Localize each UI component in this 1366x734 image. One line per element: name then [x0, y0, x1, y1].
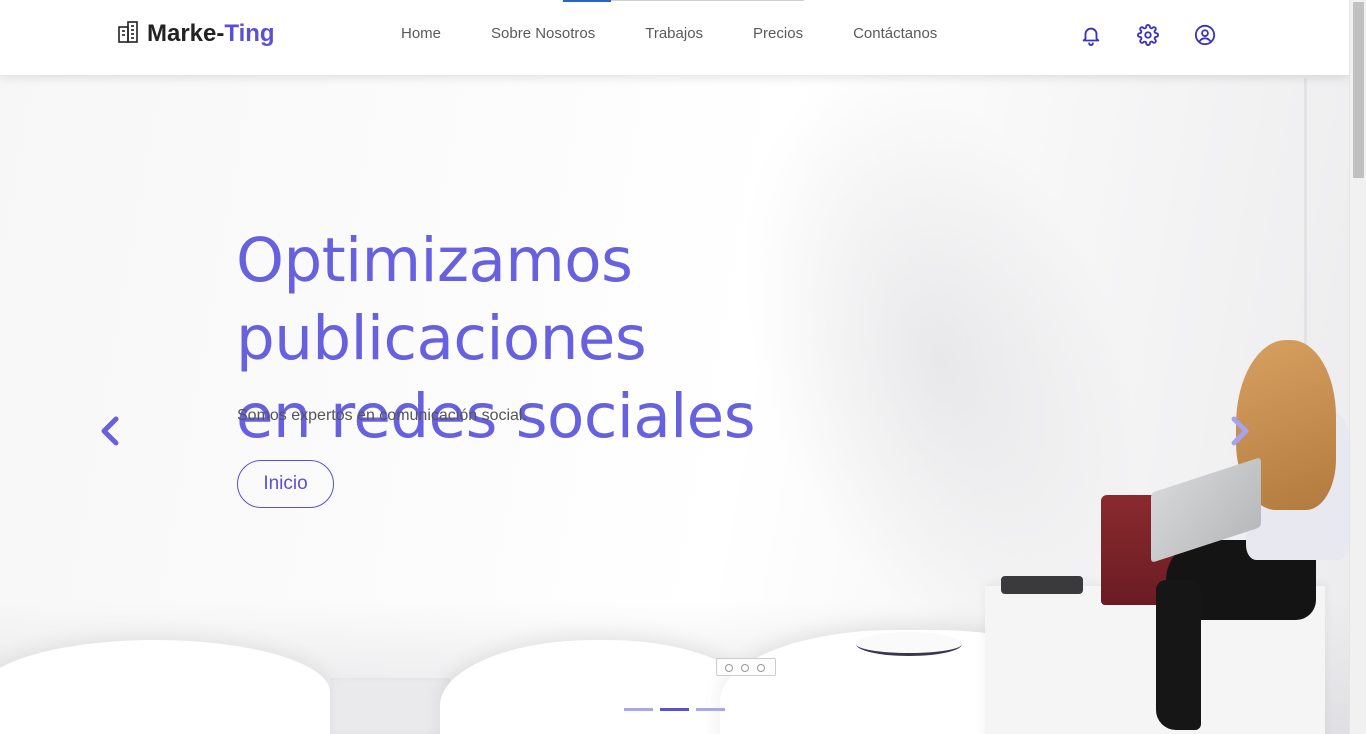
woman-with-laptop-photo [1001, 340, 1349, 734]
carousel-prev-button[interactable] [98, 413, 122, 449]
navbar: Marke- Ting Home Sobre Nosotros Trabajos… [0, 0, 1349, 75]
nav-indicator-track [611, 0, 804, 1]
main-nav: Home Sobre Nosotros Trabajos Precios Con… [401, 25, 987, 42]
chevron-left-icon [101, 416, 119, 446]
nav-link-contactanos[interactable]: Contáctanos [853, 25, 937, 42]
inicio-button[interactable]: Inicio [237, 460, 334, 508]
nav-link-precios[interactable]: Precios [753, 25, 803, 42]
carousel-indicator-3[interactable] [696, 708, 725, 711]
scrollbar-thumb[interactable] [1353, 2, 1364, 178]
carousel-indicator-2[interactable] [660, 708, 689, 711]
chevron-right-icon [1231, 416, 1249, 446]
bell-icon[interactable] [1080, 23, 1102, 47]
hero-headline-line-1: Optimizamos publicaciones [236, 225, 647, 374]
user-circle-icon[interactable] [1194, 23, 1216, 47]
nav-active-indicator [563, 0, 611, 2]
gear-icon[interactable] [1137, 23, 1159, 47]
page: Marke- Ting Home Sobre Nosotros Trabajos… [0, 0, 1366, 734]
brand-logo[interactable]: Marke- Ting [118, 20, 275, 48]
carousel-next-button[interactable] [1228, 413, 1252, 449]
page-scrollbar[interactable] [1349, 0, 1366, 734]
brand-name-accent: Ting [224, 20, 275, 47]
nav-icon-group [1080, 23, 1251, 47]
nav-link-sobre-nosotros[interactable]: Sobre Nosotros [491, 25, 595, 42]
hero-subtext: Somos expertos en comunicación social. [237, 407, 527, 424]
nav-link-home[interactable]: Home [401, 25, 441, 42]
carousel-indicator-1[interactable] [624, 708, 653, 711]
brand-name: Marke- [147, 20, 225, 47]
nav-link-trabajos[interactable]: Trabajos [645, 25, 703, 42]
building-icon [118, 20, 147, 48]
carousel-indicators [624, 708, 732, 711]
